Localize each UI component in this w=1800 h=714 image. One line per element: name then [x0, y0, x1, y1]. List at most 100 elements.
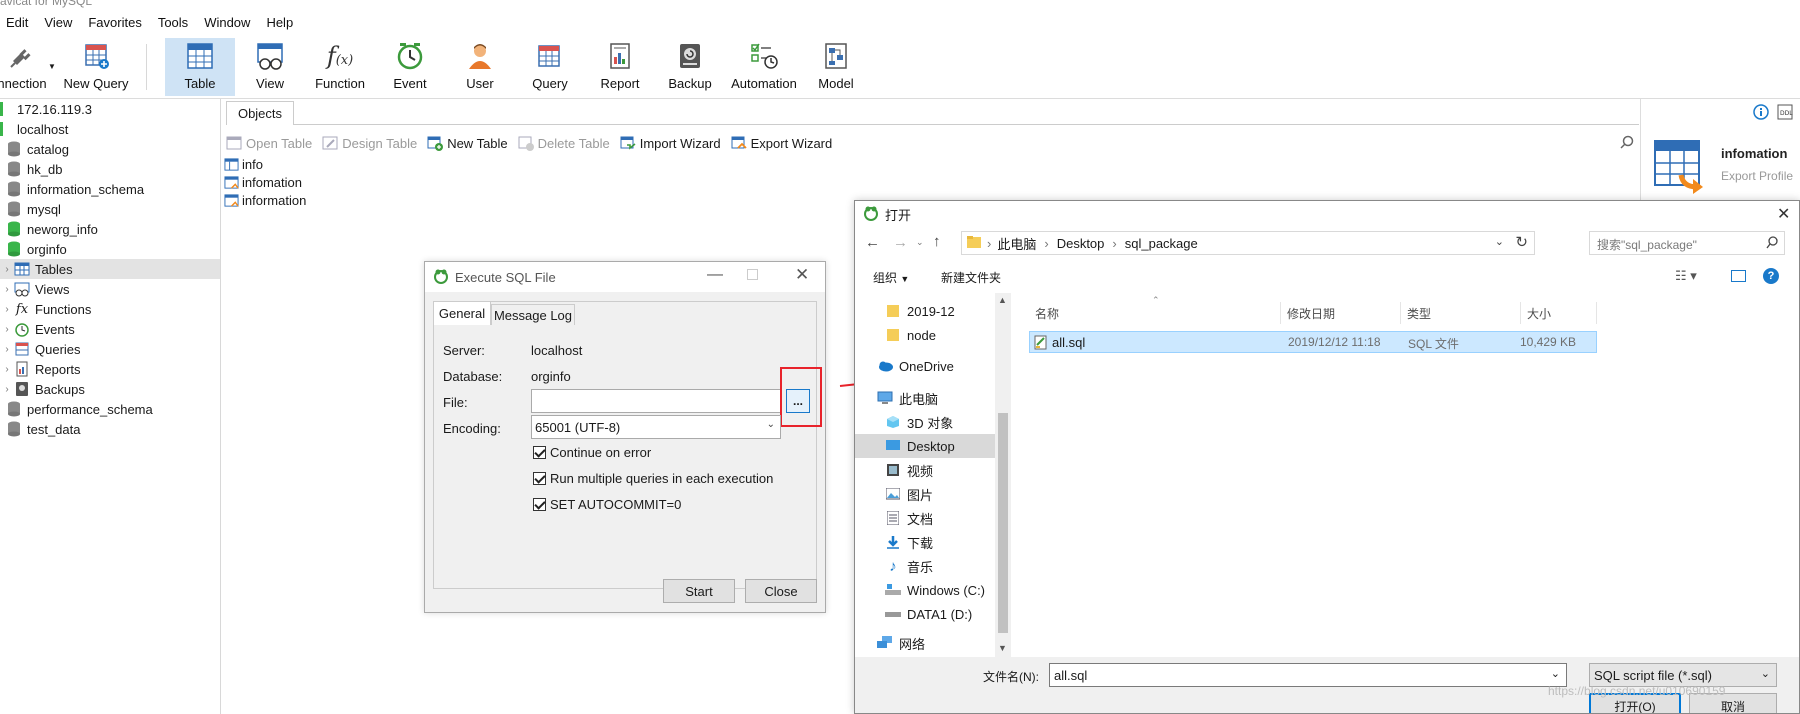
nav-item-pictures[interactable]: 图片 — [855, 482, 995, 506]
tree-connection-localhost[interactable]: localhost — [0, 119, 220, 139]
multiple-queries-checkbox[interactable]: Run multiple queries in each execution — [533, 471, 773, 486]
search-input[interactable]: 搜索"sql_package" — [1589, 231, 1785, 255]
tree-db-neworg-info[interactable]: neworg_info — [0, 219, 220, 239]
export-wizard-button[interactable]: Export Wizard — [731, 135, 832, 151]
menu-window[interactable]: Window — [196, 15, 258, 30]
back-arrow-icon[interactable]: ← — [865, 234, 880, 251]
column-header-size[interactable]: 大小 — [1521, 302, 1597, 324]
event-button[interactable]: Event — [382, 38, 438, 96]
nav-item-onedrive[interactable]: OneDrive — [855, 354, 995, 378]
file-input[interactable] — [531, 389, 781, 413]
chevron-right-icon[interactable]: › — [0, 344, 14, 355]
tree-queries[interactable]: › Queries — [0, 339, 220, 359]
open-table-button[interactable]: Open Table — [226, 135, 312, 151]
nav-item-downloads[interactable]: 下载 — [855, 530, 995, 554]
info-icon[interactable] — [1753, 104, 1769, 123]
chevron-down-icon[interactable]: ⌄ — [1495, 235, 1504, 248]
automation-button[interactable]: Automation — [726, 38, 802, 96]
tree-functions[interactable]: › fx Functions — [0, 299, 220, 319]
delete-table-button[interactable]: Delete Table — [518, 135, 610, 151]
start-button[interactable]: Start — [663, 579, 735, 603]
model-button[interactable]: Model — [808, 38, 864, 96]
column-header-type[interactable]: 类型 — [1401, 302, 1521, 324]
tree-reports[interactable]: › Reports — [0, 359, 220, 379]
menu-tools[interactable]: Tools — [150, 15, 196, 30]
nav-item-music[interactable]: ♪ 音乐 — [855, 554, 995, 578]
connection-button[interactable]: nnection — [0, 38, 52, 96]
close-button[interactable]: Close — [745, 579, 817, 603]
chevron-right-icon[interactable]: › — [0, 324, 14, 335]
chevron-right-icon[interactable]: › — [0, 284, 14, 295]
import-wizard-button[interactable]: Import Wizard — [620, 135, 721, 151]
new-table-button[interactable]: New Table — [427, 135, 508, 151]
menu-help[interactable]: Help — [258, 15, 301, 30]
tab-message-log[interactable]: Message Log — [491, 304, 575, 325]
query-button[interactable]: Query — [522, 38, 578, 96]
maximize-icon[interactable] — [747, 269, 758, 280]
breadcrumb[interactable]: › 此电脑 › Desktop › sql_package ⌄ ↻ — [961, 231, 1535, 255]
tab-objects[interactable]: Objects — [226, 101, 294, 125]
help-icon[interactable]: ? — [1763, 268, 1779, 284]
organize-button[interactable]: 组织 ▼ — [873, 269, 909, 286]
menu-edit[interactable]: Edit — [0, 15, 36, 30]
tree-tables[interactable]: › Tables — [0, 259, 220, 279]
list-item-information[interactable]: information — [224, 191, 306, 209]
nav-item-network[interactable]: 网络 — [855, 631, 995, 655]
chevron-right-icon[interactable]: › — [0, 264, 14, 275]
nav-item-documents[interactable]: 文档 — [855, 506, 995, 530]
table-row[interactable]: all.sql 2019/12/12 11:18 SQL 文件 10,429 K… — [1029, 331, 1597, 353]
chevron-right-icon[interactable]: › — [0, 384, 14, 395]
preview-pane-icon[interactable] — [1731, 270, 1746, 282]
view-options-icon[interactable]: ☷ ▾ — [1675, 268, 1697, 284]
backup-button[interactable]: Backup — [662, 38, 718, 96]
list-item-infomation[interactable]: infomation — [224, 173, 302, 191]
report-button[interactable]: Report — [592, 38, 648, 96]
menu-view[interactable]: View — [36, 15, 80, 30]
tree-db-hk-db[interactable]: hk_db — [0, 159, 220, 179]
tree-db-performance-schema[interactable]: performance_schema — [0, 399, 220, 419]
new-query-button[interactable]: New Query — [60, 38, 132, 96]
nav-item-3d-objects[interactable]: 3D 对象 — [855, 410, 995, 434]
refresh-icon[interactable]: ↻ — [1515, 233, 1528, 251]
filename-input[interactable]: all.sql ⌄ — [1049, 663, 1567, 687]
minimize-icon[interactable]: — — [707, 266, 723, 284]
nav-item-drive-c[interactable]: Windows (C:) — [855, 578, 995, 602]
nav-item-this-pc[interactable]: 此电脑 — [855, 386, 995, 410]
nav-item-drive-d[interactable]: DATA1 (D:) — [855, 602, 995, 626]
tree-events[interactable]: › Events — [0, 319, 220, 339]
tree-db-information-schema[interactable]: information_schema — [0, 179, 220, 199]
tab-general[interactable]: General — [433, 301, 491, 325]
function-button[interactable]: f(x) Function — [308, 38, 372, 96]
forward-arrow-icon[interactable]: → — [893, 234, 908, 251]
nav-item-node[interactable]: node — [855, 323, 995, 347]
chevron-right-icon[interactable]: › — [0, 364, 14, 375]
chevron-right-icon[interactable]: › — [0, 304, 14, 315]
tree-views[interactable]: › Views — [0, 279, 220, 299]
nav-item-desktop[interactable]: Desktop — [855, 434, 995, 458]
close-icon[interactable]: ✕ — [795, 265, 809, 285]
scrollbar-thumb[interactable] — [998, 413, 1008, 633]
chevron-down-icon[interactable]: ⌄ — [916, 237, 924, 248]
up-arrow-icon[interactable]: ↑ — [933, 233, 941, 250]
table-button[interactable]: Table — [165, 38, 235, 96]
design-table-button[interactable]: Design Table — [322, 135, 417, 151]
breadcrumb-item-desktop[interactable]: Desktop — [1057, 236, 1105, 251]
tree-db-catalog[interactable]: catalog — [0, 139, 220, 159]
user-button[interactable]: User — [452, 38, 508, 96]
new-folder-button[interactable]: 新建文件夹 — [941, 269, 1001, 286]
list-item-info[interactable]: info — [224, 155, 263, 173]
close-icon[interactable]: ✕ — [1777, 204, 1790, 224]
view-button[interactable]: View — [240, 38, 300, 96]
tree-db-mysql[interactable]: mysql — [0, 199, 220, 219]
column-header-name[interactable]: 名称 — [1029, 302, 1281, 324]
chevron-down-icon[interactable]: ⌄ — [1551, 667, 1560, 680]
column-header-date[interactable]: 修改日期 — [1281, 302, 1401, 324]
search-icon[interactable] — [1620, 135, 1634, 152]
nav-item-2019-12[interactable]: 2019-12 — [855, 299, 995, 323]
breadcrumb-item-sql-package[interactable]: sql_package — [1125, 236, 1198, 251]
ddl-icon[interactable]: DDL — [1777, 104, 1793, 123]
nav-scrollbar[interactable]: ▲ ▼ — [995, 293, 1011, 657]
menu-favorites[interactable]: Favorites — [80, 15, 149, 30]
tree-connection-172[interactable]: 172.16.119.3 — [0, 99, 220, 119]
breadcrumb-item-pc[interactable]: 此电脑 — [997, 234, 1036, 253]
